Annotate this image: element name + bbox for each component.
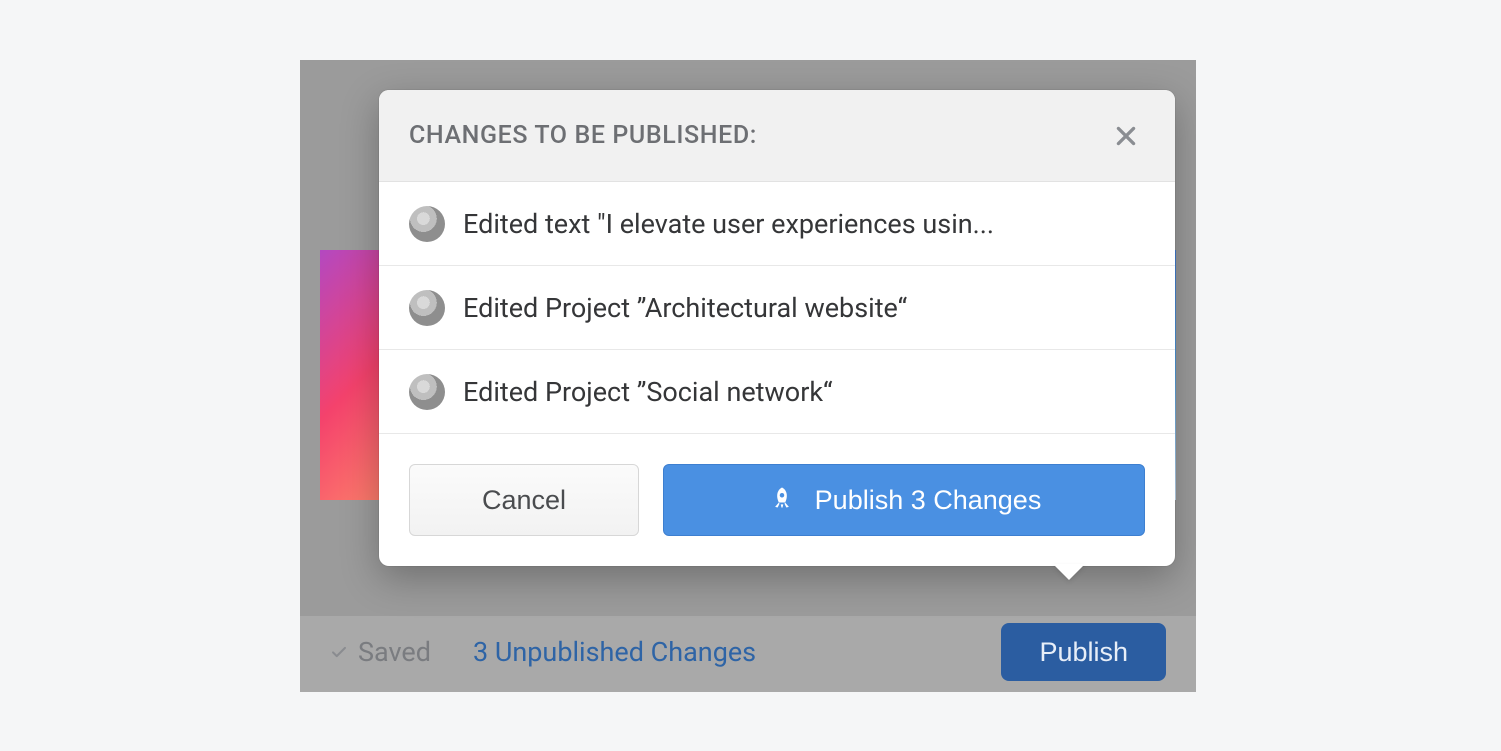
rocket-icon <box>767 485 797 515</box>
publish-changes-button-label: Publish 3 Changes <box>815 485 1042 516</box>
publish-changes-button[interactable]: Publish 3 Changes <box>663 464 1145 536</box>
popover-header: CHANGES TO BE PUBLISHED: <box>379 90 1175 182</box>
status-saved-label: Saved <box>358 636 431 668</box>
change-list: Edited text "I elevate user experiences … <box>379 182 1175 434</box>
cancel-button[interactable]: Cancel <box>409 464 639 536</box>
editor-stage: Saved 3 Unpublished Changes Publish CHAN… <box>300 60 1196 692</box>
change-item[interactable]: Edited Project ”Architectural website“ <box>379 266 1175 350</box>
avatar <box>409 374 445 410</box>
change-label: Edited Project ”Architectural website“ <box>463 292 907 324</box>
unpublished-changes-link[interactable]: 3 Unpublished Changes <box>473 636 756 668</box>
publish-button[interactable]: Publish <box>1001 623 1166 681</box>
avatar <box>409 206 445 242</box>
popover-actions: Cancel Publish 3 Changes <box>379 434 1175 566</box>
change-item[interactable]: Edited text "I elevate user experiences … <box>379 182 1175 266</box>
change-label: Edited text "I elevate user experiences … <box>463 208 994 240</box>
avatar <box>409 290 445 326</box>
close-icon <box>1113 123 1139 149</box>
popover-title: CHANGES TO BE PUBLISHED: <box>409 121 757 150</box>
check-icon <box>330 643 348 661</box>
change-label: Edited Project ”Social network“ <box>463 376 833 408</box>
cancel-button-label: Cancel <box>482 485 566 516</box>
close-button[interactable] <box>1107 117 1145 155</box>
status-saved: Saved <box>330 636 431 668</box>
status-bar: Saved 3 Unpublished Changes Publish <box>300 616 1196 692</box>
publish-popover: CHANGES TO BE PUBLISHED: Edited text "I … <box>379 90 1175 566</box>
publish-button-label: Publish <box>1039 637 1128 667</box>
change-item[interactable]: Edited Project ”Social network“ <box>379 350 1175 434</box>
